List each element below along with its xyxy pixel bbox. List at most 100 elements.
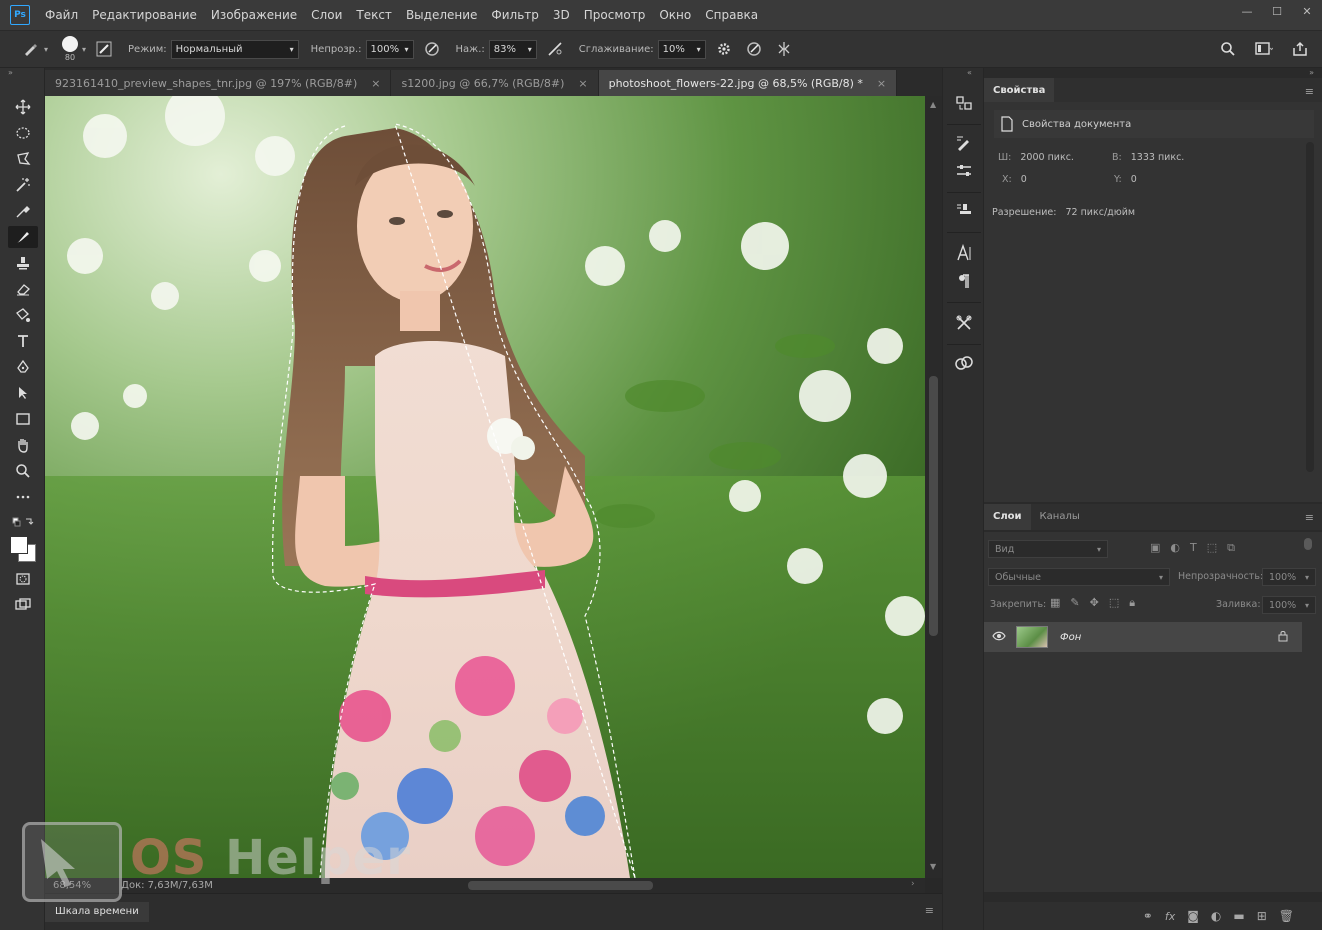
adjustments-icon[interactable] xyxy=(953,160,975,182)
creative-cloud-icon[interactable] xyxy=(953,352,975,374)
tab-document-2[interactable]: s1200.jpg @ 66,7% (RGB/8#) × xyxy=(391,70,599,96)
shape-filter-icon[interactable]: ⬚ xyxy=(1207,541,1217,555)
close-icon[interactable]: × xyxy=(877,77,886,90)
maximize-button[interactable]: ☐ xyxy=(1262,0,1292,22)
tab-document-3[interactable]: photoshoot_flowers-22.jpg @ 68,5% (RGB/8… xyxy=(598,70,898,96)
collapse-icon[interactable]: » xyxy=(1309,68,1314,77)
horizontal-scroll-thumb[interactable] xyxy=(468,881,653,890)
layer-opacity-input[interactable]: 100% ▾ xyxy=(1262,568,1316,586)
image-filter-icon[interactable]: ▣ xyxy=(1150,541,1160,555)
gear-icon[interactable] xyxy=(712,37,736,61)
menu-view[interactable]: Просмотр xyxy=(577,0,653,31)
tab-layers[interactable]: Слои xyxy=(984,504,1031,530)
close-icon[interactable]: × xyxy=(578,77,587,90)
lock-position-icon[interactable]: ✥ xyxy=(1090,596,1099,610)
new-group-icon[interactable]: ▬ xyxy=(1233,909,1244,923)
panel-menu-icon[interactable]: ≡ xyxy=(925,904,934,917)
share-icon[interactable] xyxy=(1288,37,1312,61)
collapse-icon[interactable]: « xyxy=(967,68,972,77)
pressure-size-icon[interactable] xyxy=(742,37,766,61)
adjustment-filter-icon[interactable]: ◐ xyxy=(1170,541,1180,555)
swap-colors-icon[interactable] xyxy=(8,512,38,534)
brush-size-picker[interactable]: 80 xyxy=(62,36,79,62)
brush-tool-icon[interactable] xyxy=(8,226,38,248)
new-layer-icon[interactable]: ⊞ xyxy=(1257,909,1267,923)
marquee-tool-icon[interactable] xyxy=(8,122,38,144)
menu-edit[interactable]: Редактирование xyxy=(85,0,204,31)
y-property[interactable]: Y: 0 xyxy=(1114,174,1137,185)
chevron-down-icon[interactable]: ▾ xyxy=(44,45,48,54)
lock-artboard-icon[interactable]: ⬚ xyxy=(1109,596,1119,610)
symmetry-icon[interactable] xyxy=(772,37,796,61)
opacity-input[interactable]: 100% ▾ xyxy=(365,39,414,59)
search-icon[interactable] xyxy=(1216,37,1240,61)
tools-preset-icon[interactable] xyxy=(953,312,975,334)
layer-name[interactable]: Фон xyxy=(1060,632,1081,643)
panel-menu-icon[interactable]: ≡ xyxy=(1305,511,1314,524)
tab-properties[interactable]: Свойства xyxy=(984,78,1055,104)
document-image[interactable] xyxy=(45,96,925,878)
character-icon[interactable] xyxy=(953,242,975,264)
menu-file[interactable]: Файл xyxy=(38,0,85,31)
trash-icon[interactable]: 🗑︎ xyxy=(1279,909,1294,923)
magic-wand-tool-icon[interactable] xyxy=(8,174,38,196)
menu-filter[interactable]: Фильтр xyxy=(484,0,545,31)
history-icon[interactable] xyxy=(953,92,975,114)
chevron-down-icon[interactable]: ▾ xyxy=(82,45,86,54)
paragraph-icon[interactable] xyxy=(953,270,975,292)
collapse-icon[interactable]: » xyxy=(8,68,13,77)
foreground-color-swatch[interactable] xyxy=(10,536,28,554)
pressure-opacity-icon[interactable] xyxy=(420,37,444,61)
zoom-tool-icon[interactable] xyxy=(8,460,38,482)
vertical-scroll-thumb[interactable] xyxy=(929,376,938,636)
panel-menu-icon[interactable]: ≡ xyxy=(1305,85,1314,98)
lock-icon[interactable] xyxy=(1278,630,1288,645)
width-property[interactable]: Ш: 2000 пикс. xyxy=(998,152,1074,163)
smoothing-input[interactable]: 10% ▾ xyxy=(657,39,706,59)
menu-layers[interactable]: Слои xyxy=(304,0,349,31)
tab-channels[interactable]: Каналы xyxy=(1031,504,1089,530)
smart-object-filter-icon[interactable]: ⧉ xyxy=(1227,541,1235,555)
brush-settings-panel-icon[interactable] xyxy=(953,132,975,154)
stamp-tool-icon[interactable] xyxy=(8,252,38,274)
scroll-up-icon[interactable]: ▲ xyxy=(930,100,936,109)
color-swatches[interactable] xyxy=(8,534,38,564)
lock-transparency-icon[interactable]: ▦ xyxy=(1050,596,1060,610)
workspace-icon[interactable] xyxy=(1252,37,1276,61)
lock-pixels-icon[interactable]: ✎ xyxy=(1070,596,1079,610)
link-layers-icon[interactable]: ⚭ xyxy=(1143,909,1153,923)
brush-settings-icon[interactable] xyxy=(92,37,116,61)
menu-3d[interactable]: 3D xyxy=(546,0,577,31)
menu-help[interactable]: Справка xyxy=(698,0,765,31)
minimize-button[interactable]: — xyxy=(1232,0,1262,22)
layer-filter-select[interactable]: Вид ▾ xyxy=(988,540,1108,558)
x-property[interactable]: X: 0 xyxy=(1002,174,1027,185)
blend-mode-select[interactable]: Нормальный ▾ xyxy=(170,39,299,59)
scroll-right-icon[interactable]: › xyxy=(911,879,915,889)
type-tool-icon[interactable] xyxy=(8,330,38,352)
filter-toggle[interactable] xyxy=(1304,538,1312,550)
menu-select[interactable]: Выделение xyxy=(399,0,484,31)
fill-input[interactable]: 100% ▾ xyxy=(1262,596,1316,614)
menu-window[interactable]: Окно xyxy=(652,0,698,31)
hand-tool-icon[interactable] xyxy=(8,434,38,456)
close-icon[interactable]: × xyxy=(371,77,380,90)
add-mask-icon[interactable]: ◙ xyxy=(1187,909,1199,923)
canvas-area[interactable] xyxy=(45,96,925,878)
quick-mask-icon[interactable] xyxy=(8,568,38,590)
move-tool-icon[interactable] xyxy=(8,96,38,118)
layer-row[interactable]: Фон xyxy=(984,622,1302,652)
eyedropper-tool-icon[interactable] xyxy=(8,200,38,222)
brush-preset-icon[interactable] xyxy=(18,37,42,61)
gradient-tool-icon[interactable] xyxy=(8,304,38,326)
clone-source-icon[interactable] xyxy=(953,200,975,222)
rectangle-tool-icon[interactable] xyxy=(8,408,38,430)
menu-text[interactable]: Текст xyxy=(349,0,399,31)
screen-mode-icon[interactable] xyxy=(8,594,38,616)
new-adjustment-icon[interactable]: ◐ xyxy=(1211,909,1221,923)
eye-icon[interactable] xyxy=(992,630,1006,645)
lasso-tool-icon[interactable] xyxy=(8,148,38,170)
eraser-tool-icon[interactable] xyxy=(8,278,38,300)
tab-document-1[interactable]: 923161410_preview_shapes_tnr.jpg @ 197% … xyxy=(45,70,392,96)
scroll-down-icon[interactable]: ▼ xyxy=(930,862,936,871)
